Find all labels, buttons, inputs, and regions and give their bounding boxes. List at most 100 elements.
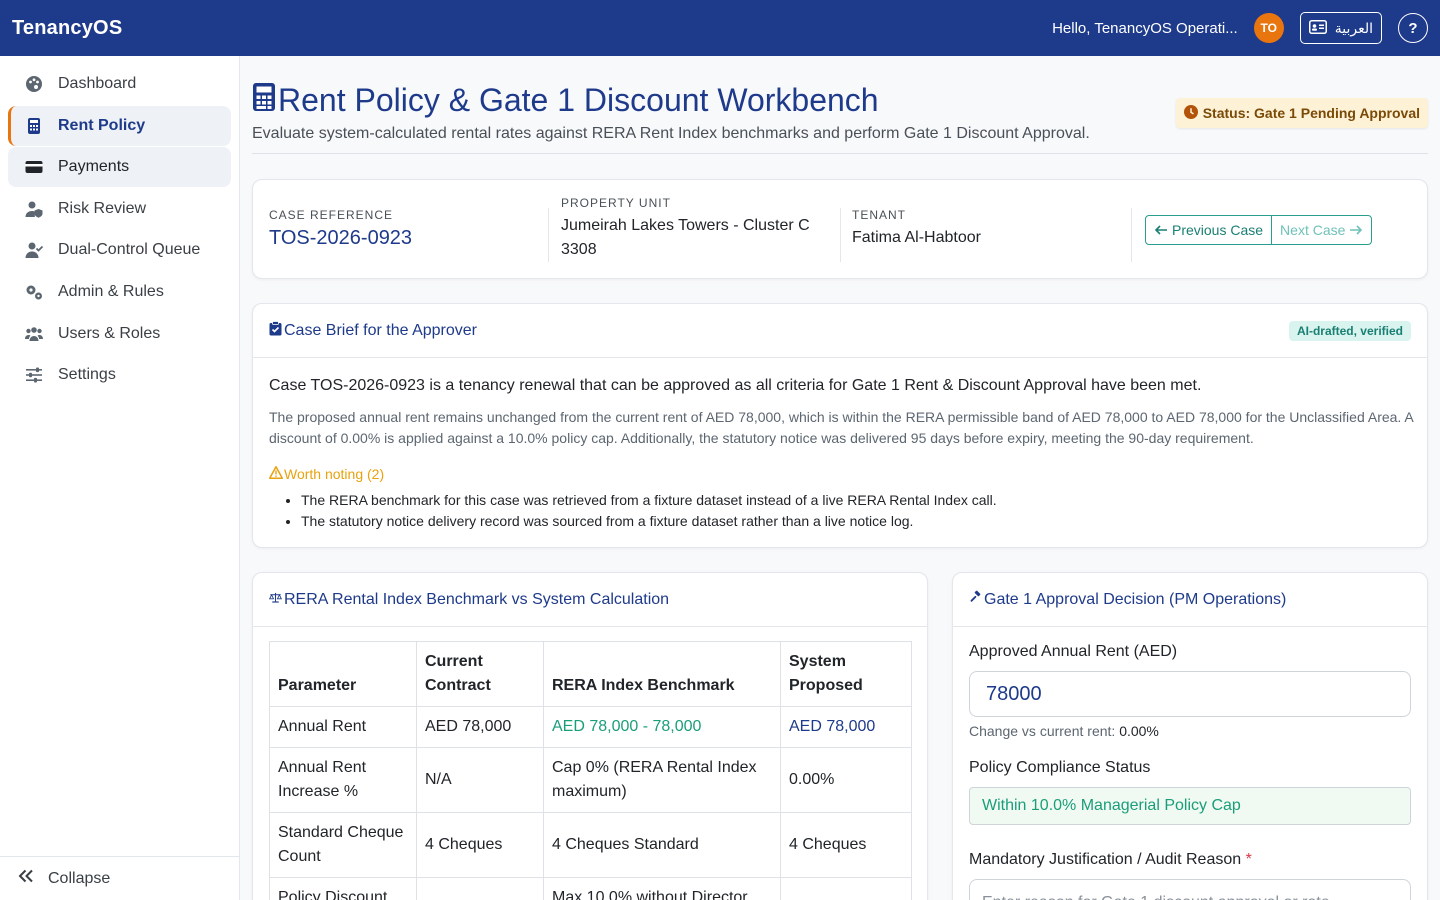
table-row: Standard Cheque Count 4 Cheques 4 Cheque…	[269, 812, 912, 878]
justification-label-text: Mandatory Justification / Audit Reason	[969, 851, 1242, 868]
ai-verified-badge: AI-drafted, verified	[1288, 320, 1411, 341]
worth-noting-list: The RERA benchmark for this case was ret…	[301, 490, 997, 532]
approval-decision-card: Gate 1 Approval Decision (PM Operations)…	[952, 572, 1428, 900]
scale-balanced-icon	[268, 590, 283, 610]
page-subtitle: Evaluate system-calculated rental rates …	[252, 125, 1090, 142]
table-cell: 4 Cheques Standard	[543, 812, 781, 878]
brand-logo[interactable]: TenancyOS	[12, 17, 122, 40]
justification-label: Mandatory Justification / Audit Reason *	[969, 851, 1412, 869]
table-cell: AED 78,000	[416, 706, 544, 748]
sidebar-item-risk-review[interactable]: Risk Review	[8, 189, 231, 229]
collapse-button[interactable]: Collapse	[0, 856, 239, 900]
case-brief-title: Case Brief for the Approver	[284, 321, 477, 339]
arrow-right-icon	[1349, 222, 1363, 238]
page-title: Rent Policy & Gate 1 Discount Workbench	[252, 80, 879, 120]
sidebar-item-dashboard[interactable]: Dashboard	[8, 64, 231, 104]
change-value: 0.00%	[1119, 723, 1159, 739]
table-cell	[416, 877, 544, 900]
sidebar-item-dual-control-queue[interactable]: Dual-Control Queue	[8, 230, 231, 270]
approved-rent-input[interactable]: 78000	[969, 671, 1411, 717]
divider	[1131, 208, 1132, 262]
table-row: Annual Rent Increase % N/A Cap 0% (RERA …	[269, 747, 912, 813]
sidebar: Dashboard Rent Policy Payments Risk Revi…	[0, 56, 240, 900]
compliance-status-field: Within 10.0% Managerial Policy Cap	[969, 787, 1411, 825]
tenant: TENANT Fatima Al-Habtoor	[852, 180, 981, 278]
table-cell	[780, 877, 912, 900]
case-brief-header: Case Brief for the Approver AI-drafted, …	[253, 304, 1427, 358]
table-cell: Annual Rent Increase %	[269, 747, 417, 813]
sidebar-item-rent-policy[interactable]: Rent Policy	[8, 105, 231, 146]
top-bar: TenancyOS Hello, TenancyOS Operati... TO…	[0, 0, 1440, 56]
table-cell: AED 78,000	[780, 706, 912, 748]
case-reference-value: TOS-2026-0923	[269, 227, 413, 249]
warning-icon	[268, 466, 284, 482]
worth-noting-label: Worth noting (2)	[284, 466, 385, 482]
sliders-icon	[24, 365, 44, 385]
sidebar-item-admin-rules[interactable]: Admin & Rules	[8, 272, 231, 312]
case-navigation: Previous Case Next Case	[1145, 215, 1373, 245]
benchmark-header: RERA Rental Index Benchmark vs System Ca…	[253, 573, 927, 627]
language-toggle-button[interactable]: العربية	[1299, 12, 1382, 44]
benchmark-card: RERA Rental Index Benchmark vs System Ca…	[252, 572, 928, 900]
sidebar-item-label: Settings	[58, 366, 116, 384]
next-case-button[interactable]: Next Case	[1271, 216, 1371, 244]
tenant-label: TENANT	[852, 208, 906, 222]
divider	[840, 208, 841, 262]
table-cell: Standard Cheque Count	[269, 812, 417, 878]
column-header: Parameter	[269, 641, 417, 707]
arrow-left-icon	[1154, 222, 1168, 238]
compliance-label: Policy Compliance Status	[969, 759, 1151, 776]
table-cell: Annual Rent	[269, 706, 417, 748]
gears-icon	[24, 282, 44, 302]
sidebar-item-label: Dual-Control Queue	[58, 241, 201, 259]
approval-decision-header: Gate 1 Approval Decision (PM Operations)	[953, 573, 1427, 627]
table-cell: Cap 0% (RERA Rental Index maximum)	[543, 747, 781, 813]
case-summary-card: CASE REFERENCE TOS-2026-0923 PROPERTY UN…	[252, 179, 1428, 279]
clock-icon	[1183, 104, 1198, 122]
worth-noting-heading: Worth noting (2)	[268, 466, 385, 482]
table-cell: 4 Cheques	[416, 812, 544, 878]
approval-decision-title: Gate 1 Approval Decision (PM Operations)	[984, 590, 1287, 608]
avatar[interactable]: TO	[1253, 13, 1284, 43]
sidebar-item-label: Dashboard	[58, 75, 137, 92]
help-button[interactable]: ?	[1398, 13, 1428, 43]
sidebar-item-label: Admin & Rules	[58, 282, 164, 300]
previous-case-button[interactable]: Previous Case	[1146, 216, 1271, 244]
table-row: Policy Discount Max 10.0% without Direct…	[269, 877, 912, 900]
case-reference-label: CASE REFERENCE	[269, 208, 394, 222]
sidebar-item-payments[interactable]: Payments	[8, 147, 231, 188]
justification-textarea[interactable]: Enter reason for Gate 1 discount approva…	[969, 879, 1411, 900]
column-header: System Proposed	[780, 641, 912, 707]
table-cell: N/A	[416, 747, 544, 813]
table-header-row: Parameter Current Contract RERA Index Be…	[269, 641, 912, 707]
header-actions: Hello, TenancyOS Operati... TO العربية ?	[1052, 12, 1428, 44]
property-unit-label: PROPERTY UNIT	[561, 196, 671, 210]
benchmark-title: RERA Rental Index Benchmark vs System Ca…	[284, 590, 670, 608]
user-greeting[interactable]: Hello, TenancyOS Operati...	[1052, 20, 1238, 37]
calculator-icon	[252, 80, 276, 120]
next-case-label: Next Case	[1280, 222, 1346, 238]
property-unit-name: Jumeirah Lakes Towers - Cluster C	[561, 217, 810, 234]
palette-icon	[24, 74, 44, 94]
page-title-text: Rent Policy & Gate 1 Discount Workbench	[278, 81, 879, 118]
column-header: RERA Index Benchmark	[543, 641, 781, 707]
status-badge: Status: Gate 1 Pending Approval	[1175, 98, 1428, 128]
property-unit-number: 3308	[561, 241, 597, 258]
sidebar-item-settings[interactable]: Settings	[8, 355, 231, 395]
divider	[548, 208, 549, 262]
main-content: Rent Policy & Gate 1 Discount Workbench …	[252, 56, 1428, 900]
sidebar-item-label: Risk Review	[58, 199, 147, 217]
table-row: Annual Rent AED 78,000 AED 78,000 - 78,0…	[269, 706, 912, 748]
status-text: Status: Gate 1 Pending Approval	[1202, 105, 1420, 121]
tenant-name: Fatima Al-Habtoor	[852, 229, 981, 246]
sidebar-item-label: Payments	[58, 158, 130, 176]
case-brief-card: Case Brief for the Approver AI-drafted, …	[252, 303, 1428, 548]
property-unit: PROPERTY UNIT Jumeirah Lakes Towers - Cl…	[561, 180, 810, 278]
sidebar-item-label: Users & Roles	[58, 324, 161, 342]
user-shield-icon	[24, 199, 44, 219]
table-cell: 0.00%	[780, 747, 912, 813]
user-check-icon	[24, 240, 44, 260]
benchmark-table: Parameter Current Contract RERA Index Be…	[269, 641, 912, 900]
list-item: The RERA benchmark for this case was ret…	[301, 490, 997, 511]
sidebar-item-users-roles[interactable]: Users & Roles	[8, 314, 231, 354]
